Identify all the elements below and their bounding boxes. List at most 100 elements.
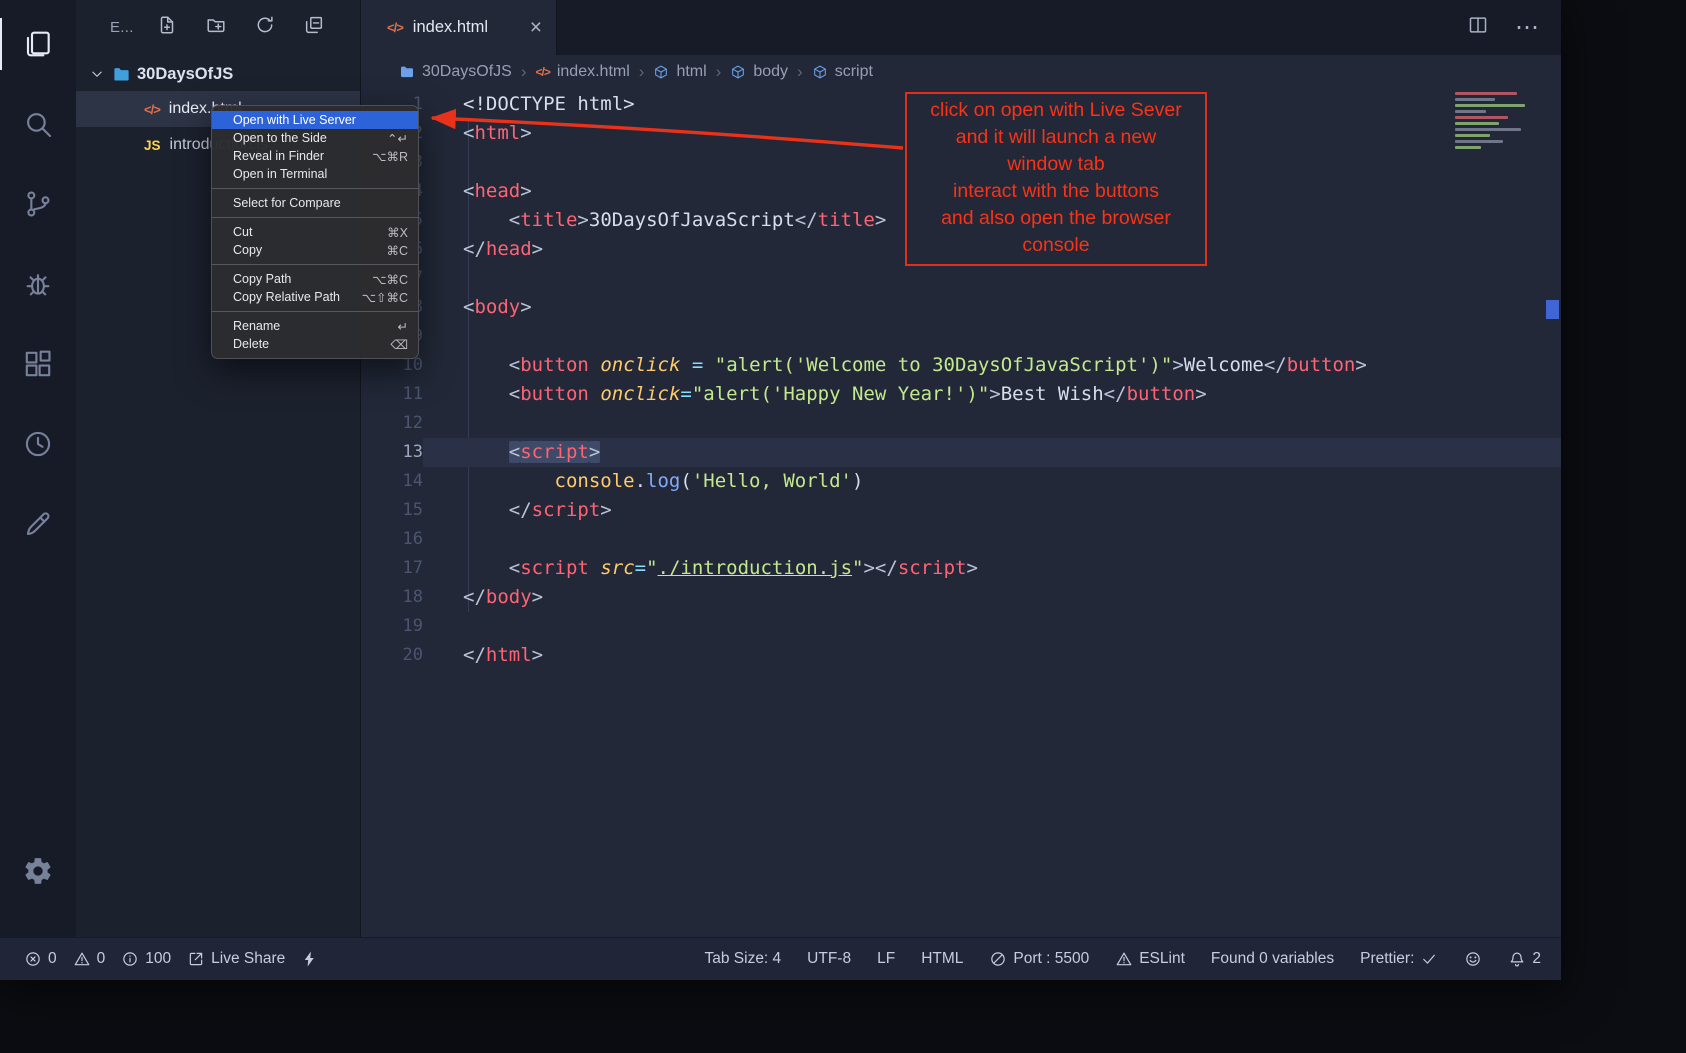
line-number[interactable]: 16 [361,525,423,554]
status-live-server-port[interactable]: Port : 5500 [989,950,1089,968]
activity-source-control-button[interactable] [0,164,76,244]
html-file-icon: </> [144,102,160,117]
menu-item-shortcut: ⌘C [386,243,408,258]
menu-item-open-to-the-side[interactable]: Open to the Side⌃↵ [212,129,418,147]
status-label: Port : 5500 [1013,950,1089,968]
activity-settings-button[interactable] [0,831,76,911]
menu-item-copy-relative-path[interactable]: Copy Relative Path⌥⇧⌘C [212,288,418,306]
menu-item-rename[interactable]: Rename↵ [212,317,418,335]
tree-root-folder[interactable]: 30DaysOfJS [76,57,360,91]
line-number[interactable]: 12 [361,409,423,438]
code-line-19[interactable]: 19 [361,612,1561,641]
activity-run-debug-button[interactable] [0,244,76,324]
menu-separator [212,217,418,218]
menu-item-copy-path[interactable]: Copy Path⌥⌘C [212,270,418,288]
status-found-variables[interactable]: Found 0 variables [1211,950,1334,968]
search-icon [22,108,54,140]
tab-close-button[interactable]: × [530,17,542,38]
menu-item-open-in-terminal[interactable]: Open in Terminal [212,165,418,183]
breadcrumb-html[interactable]: html [653,63,706,81]
minimap-line [1455,146,1481,149]
status-eslint[interactable]: ESLint [1115,950,1185,968]
menu-item-cut[interactable]: Cut⌘X [212,223,418,241]
status-tab-size[interactable]: Tab Size: 4 [704,950,781,968]
status-live-share[interactable]: Live Share [187,950,285,968]
menu-item-copy[interactable]: Copy⌘C [212,241,418,259]
activity-explorer-button[interactable] [0,4,76,84]
line-number[interactable]: 19 [361,612,423,641]
activity-extensions-button[interactable] [0,324,76,404]
line-content: </head> [423,235,543,264]
code-line-20[interactable]: 20</html> [361,641,1561,670]
menu-item-reveal-in-finder[interactable]: Reveal in Finder⌥⌘R [212,147,418,165]
menu-item-select-for-compare[interactable]: Select for Compare [212,194,418,212]
collapse-all-button[interactable] [303,14,325,41]
more-actions-button[interactable]: ⋯ [1515,16,1539,40]
menu-item-delete[interactable]: Delete⌫ [212,335,418,353]
breadcrumb-body[interactable]: body [730,63,788,81]
code-token: ( [680,470,691,492]
code-line-7[interactable]: 7 [361,264,1561,293]
minimap-line [1455,134,1490,137]
html-file-icon: </> [387,20,403,35]
line-content [423,612,463,641]
line-number[interactable]: 18 [361,583,423,612]
code-line-10[interactable]: 10 <button onclick = "alert('Welcome to … [361,351,1561,380]
breadcrumb-script[interactable]: script [812,63,873,81]
line-number[interactable]: 17 [361,554,423,583]
tab-index-html[interactable]: </>index.html× [361,0,557,55]
code-line-14[interactable]: 14 console.log('Hello, World') [361,467,1561,496]
code-token: = [635,557,646,579]
breadcrumb-index-html[interactable]: </>index.html [535,63,629,81]
code-token: ./introduction.js [658,557,852,579]
status-notifications[interactable]: 2 [1508,950,1541,968]
new-folder-button[interactable] [205,14,227,41]
line-number[interactable]: 20 [361,641,423,670]
code-line-17[interactable]: 17 <script src="./introduction.js"></scr… [361,554,1561,583]
status-info[interactable]: 100 [121,950,171,968]
code-line-15[interactable]: 15 </script> [361,496,1561,525]
refresh-button[interactable] [254,14,276,41]
status-encoding[interactable]: UTF-8 [807,950,851,968]
line-number[interactable]: 13 [361,438,423,467]
code-token: > [989,383,1000,405]
code-line-12[interactable]: 12 [361,409,1561,438]
minimap[interactable] [1455,92,1543,152]
new-file-button[interactable] [156,14,178,41]
annotation-text-line: and it will launch a new [907,124,1205,151]
status-prettier[interactable]: Prettier: [1360,950,1438,968]
code-line-13[interactable]: 13 <script> [361,438,1561,467]
code-line-16[interactable]: 16 [361,525,1561,554]
status-feedback[interactable] [1464,950,1482,968]
line-number[interactable]: 14 [361,467,423,496]
status-warnings[interactable]: 0 [73,950,106,968]
code-line-11[interactable]: 11 <button onclick="alert('Happy New Yea… [361,380,1561,409]
code-token [589,354,600,376]
menu-item-open-with-live-server[interactable]: Open with Live Server [212,111,418,129]
menu-separator [212,311,418,312]
code-token: > [1172,354,1183,376]
breadcrumb-30daysofjs[interactable]: 30DaysOfJS [399,63,512,81]
activity-history-button[interactable] [0,404,76,484]
line-number[interactable]: 11 [361,380,423,409]
code-token [463,383,509,405]
code-token: < [509,441,520,463]
line-content: </body> [423,583,543,612]
code-line-8[interactable]: 8<body> [361,293,1561,322]
code-token: Best Wish [1001,383,1104,405]
code-line-18[interactable]: 18</body> [361,583,1561,612]
status-quick-actions[interactable] [301,950,319,968]
status-eol[interactable]: LF [877,950,895,968]
status-language-mode[interactable]: HTML [921,950,963,968]
breadcrumb-label: script [835,63,873,81]
warning-triangle-icon [1115,950,1133,968]
split-editor-button[interactable] [1467,14,1489,41]
line-number[interactable]: 15 [361,496,423,525]
code-token [463,470,555,492]
status-errors[interactable]: 0 [24,950,57,968]
code-line-9[interactable]: 9 [361,322,1561,351]
activity-search-button[interactable] [0,84,76,164]
status-bar: 00 100 Live Share Tab Size: 4 UTF-8 LF HTML Po… [0,937,1561,980]
activity-pen-tool-button[interactable] [0,484,76,564]
menu-item-shortcut: ⌥⌘C [372,272,408,287]
